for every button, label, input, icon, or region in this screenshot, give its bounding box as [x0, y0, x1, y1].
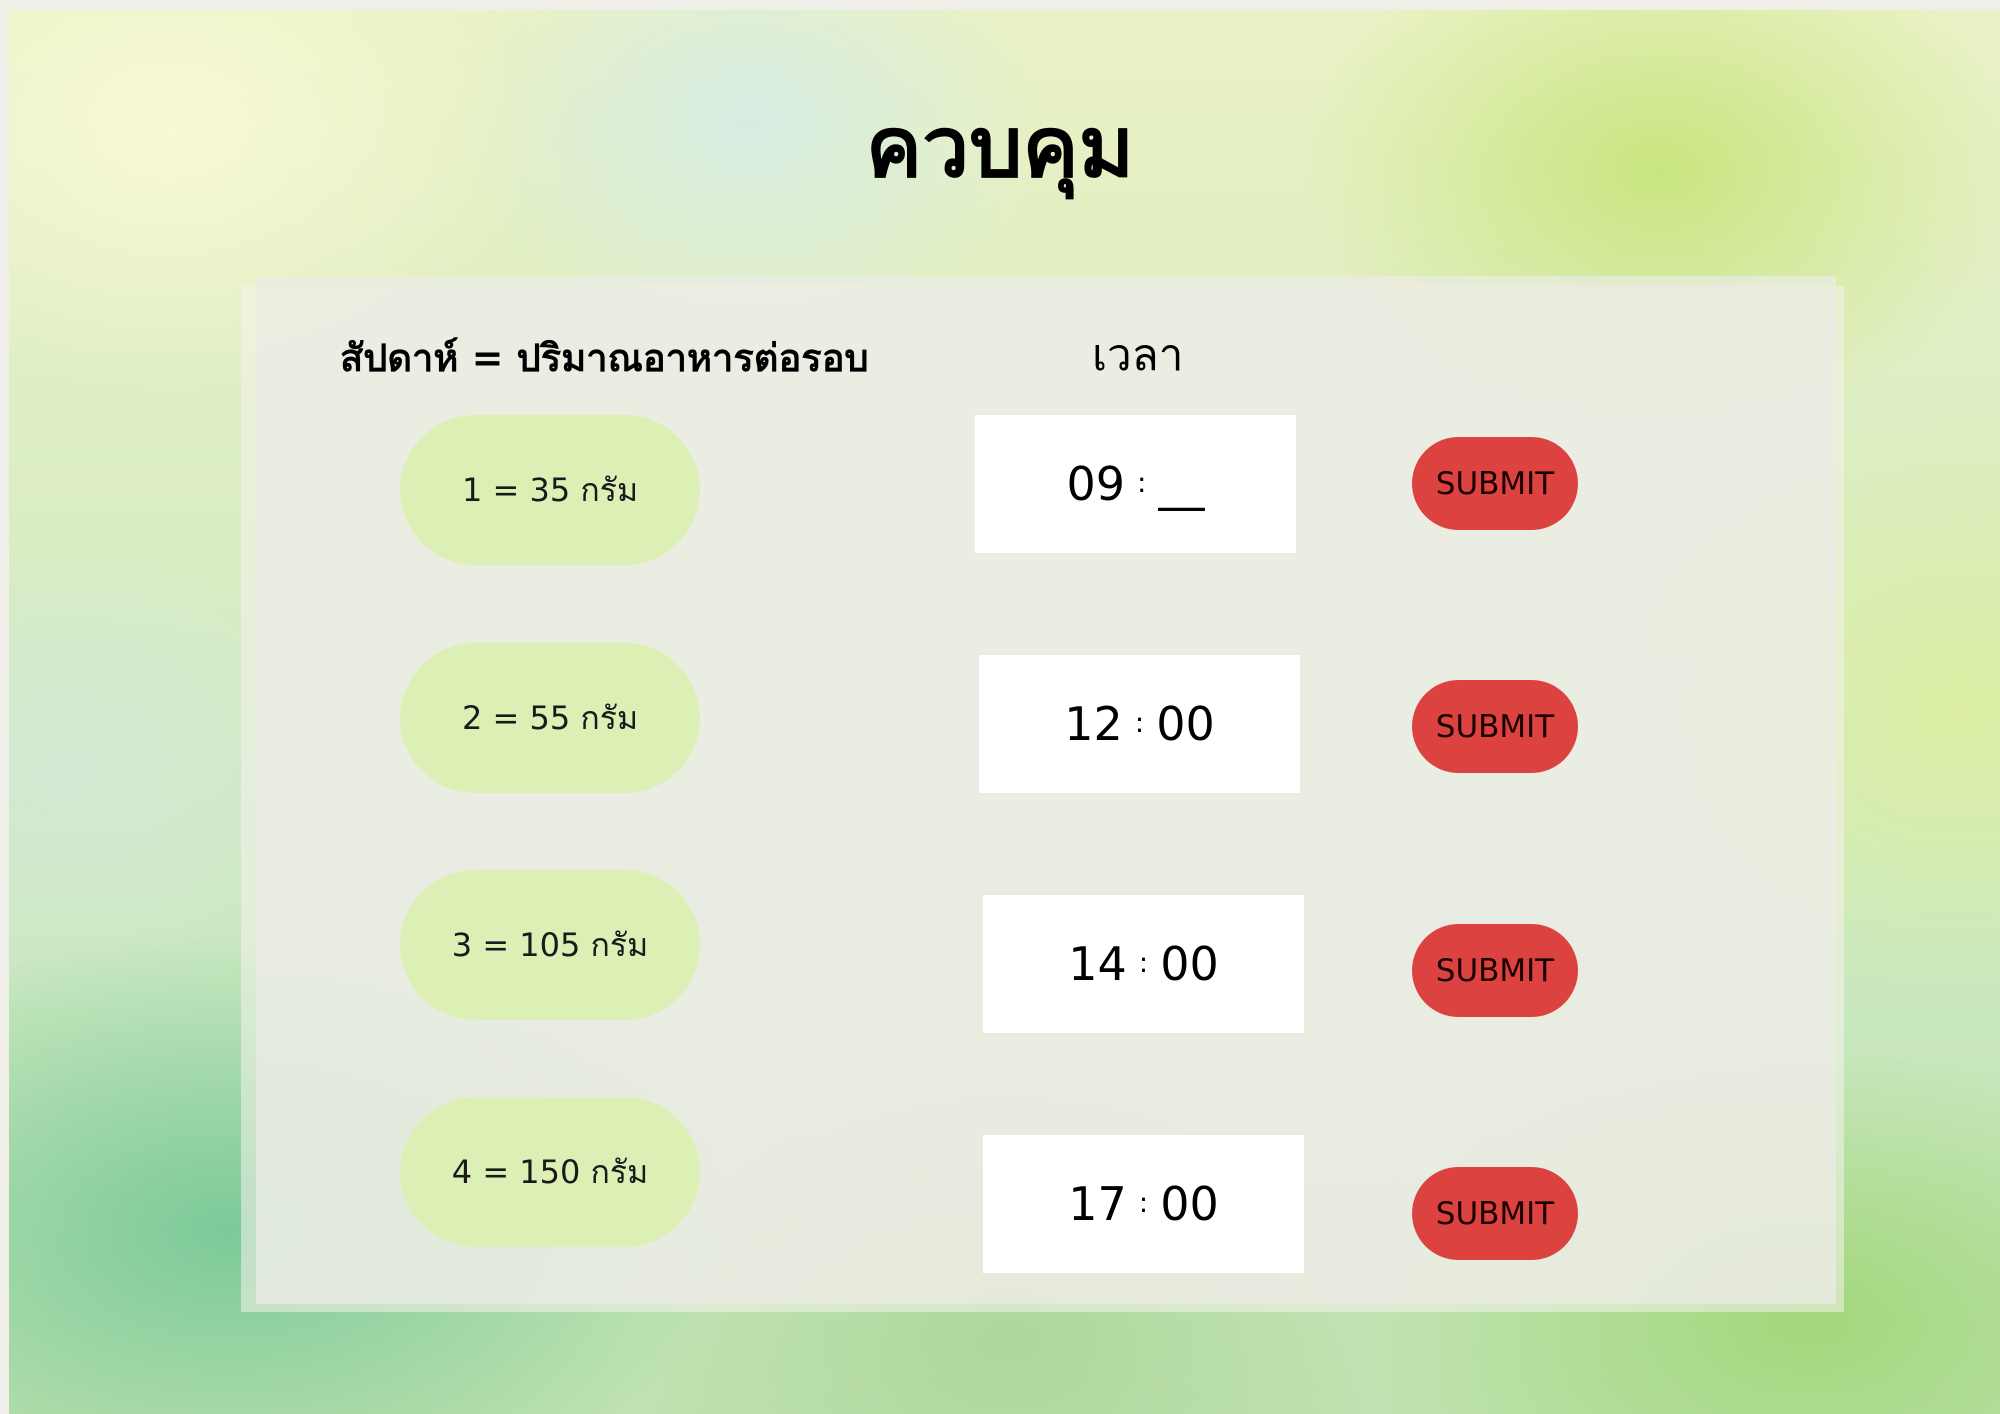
submit-button-3[interactable]: SUBMIT: [1412, 924, 1578, 1017]
time-separator: :: [1134, 705, 1145, 739]
submit-button-2[interactable]: SUBMIT: [1412, 680, 1578, 773]
week-2-portion: 2 = 55 กรัม: [400, 643, 700, 793]
page-title: ควบคุม: [865, 98, 1135, 196]
feed-time-input-2[interactable]: 12:00: [979, 655, 1300, 793]
submit-button-4[interactable]: SUBMIT: [1412, 1167, 1578, 1260]
time-hour: 09: [1066, 457, 1126, 511]
time-hour: 17: [1068, 1177, 1127, 1231]
time-minute: __: [1158, 457, 1205, 511]
feed-time-input-1[interactable]: 09: __: [975, 415, 1296, 553]
feed-time-input-4[interactable]: 17:00: [983, 1135, 1304, 1273]
time-minute: 00: [1156, 697, 1215, 751]
time-hour: 14: [1068, 937, 1127, 991]
week-3-portion: 3 = 105 กรัม: [400, 870, 700, 1020]
time-separator: :: [1137, 465, 1147, 499]
time-hour: 12: [1064, 697, 1123, 751]
week-1-portion: 1 = 35 กรัม: [400, 415, 700, 565]
time-header: เวลา: [1092, 330, 1184, 381]
submit-button-1[interactable]: SUBMIT: [1412, 437, 1578, 530]
time-minute: 00: [1160, 937, 1219, 991]
week-portion-header: สัปดาห์ = ปริมาณอาหารต่อรอบ: [340, 336, 869, 380]
time-separator: :: [1138, 1185, 1149, 1219]
week-4-portion: 4 = 150 กรัม: [400, 1097, 700, 1247]
time-minute: 00: [1160, 1177, 1219, 1231]
time-separator: :: [1138, 945, 1149, 979]
feed-time-input-3[interactable]: 14:00: [983, 895, 1304, 1033]
